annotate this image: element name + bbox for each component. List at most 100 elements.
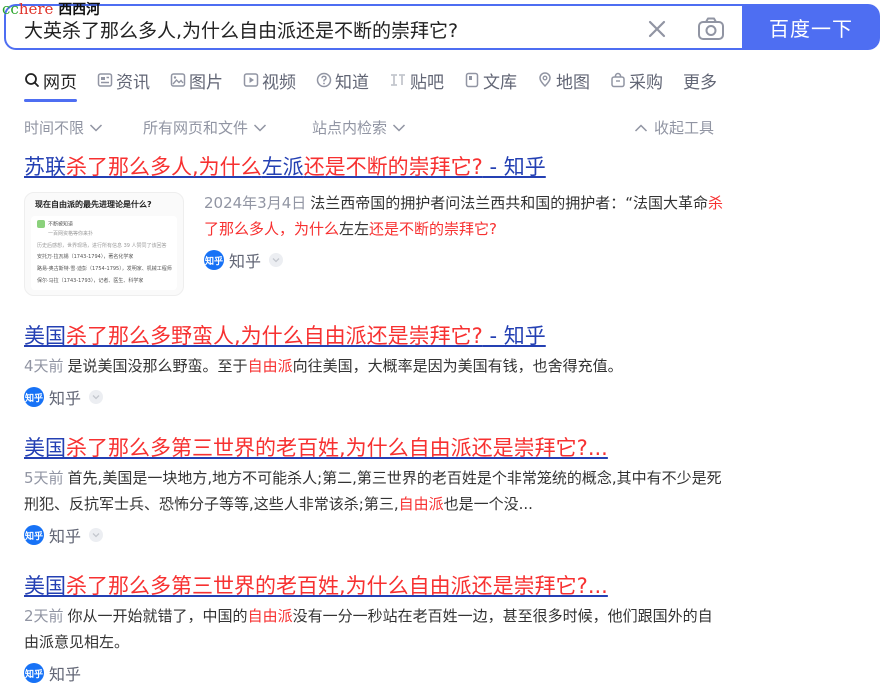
tab-images[interactable]: 图片 (170, 66, 223, 94)
snippet-text: 法兰西帝国的拥护者问法兰西共和国的拥护者：“法国大革命 (310, 194, 709, 212)
result-date: 2天前 (24, 607, 64, 625)
filetype-filter[interactable]: 所有网页和文件 (143, 117, 267, 138)
zhihu-logo-icon: 知乎 (24, 663, 44, 683)
source-name: 知乎 (49, 527, 82, 546)
doc-icon (465, 72, 479, 88)
chevron-down-icon (392, 123, 406, 132)
title-text: - 知乎 (482, 324, 546, 348)
tab-label: 视频 (262, 72, 296, 93)
title-highlight: 还是不断的崇拜它? (303, 155, 483, 179)
tab-label: 图片 (189, 72, 223, 93)
result-title-link[interactable]: 美国杀了那么多第三世界的老百姓,为什么自由派还是崇拜它?... (24, 571, 724, 601)
title-highlight: ,为什么 (192, 155, 262, 179)
source-more-icon[interactable] (89, 528, 104, 542)
search-button[interactable]: 百度一下 (742, 4, 880, 50)
result-source[interactable]: 知乎 知乎 (24, 385, 724, 409)
search-box (4, 4, 742, 50)
title-highlight: 杀了那么多人 (66, 155, 192, 179)
image-icon (170, 73, 186, 87)
tab-tieba[interactable]: 贴吧 (389, 66, 444, 94)
source-more-icon[interactable] (89, 390, 104, 404)
result-snippet: 4天前 是说美国没那么野蛮。至于自由派向往美国，大概率是因为美国有钱，也舍得充值。 (24, 353, 724, 379)
title-highlight: 杀了那么多第三世界的老百姓 (66, 574, 339, 598)
video-icon (243, 73, 259, 87)
tab-label: 网页 (43, 72, 77, 93)
tab-video[interactable]: 视频 (243, 66, 296, 94)
chevron-up-icon (634, 123, 648, 132)
result-date: 4天前 (24, 357, 64, 375)
snippet-text: 首先,美国是一块地方,地方不可能杀人;第二,第三世界的老百姓是个非常笼统的概念,… (24, 469, 722, 513)
tab-more[interactable]: 更多 (683, 66, 717, 94)
tab-label: 更多 (683, 72, 717, 93)
thumbnail-line: 安托万·拉瓦锡（1743-1794），著名化学家 (37, 253, 134, 260)
title-text: - 知乎 (482, 155, 546, 179)
zhihu-logo-icon: 知乎 (24, 387, 44, 407)
search-tools: 时间不限 所有网页和文件 站点内检索 收起工具 (24, 117, 880, 139)
time-filter[interactable]: 时间不限 (24, 117, 103, 138)
watermark-name: 西西河 (58, 2, 101, 18)
camera-icon[interactable] (696, 16, 726, 42)
result-content: 2024年3月4日 法兰西帝国的拥护者问法兰西共和国的拥护者：“法国大革命杀了那么… (204, 190, 724, 272)
result-date: 2024年3月4日 (204, 194, 307, 212)
result-snippet: 2天前 你从一开始就错了，中国的自由派没有一分一秒站在老百姓一边，甚至很多时候，他… (24, 603, 724, 655)
chevron-down-icon (89, 123, 103, 132)
snippet-highlight: 还是不断的崇拜它? (369, 220, 497, 238)
search-result: 美国杀了那么多第三世界的老百姓,为什么自由派还是崇拜它?... 2天前 你从一开始… (24, 571, 724, 685)
result-source[interactable]: 知乎 知乎 (24, 661, 724, 685)
title-text: 美国 (24, 574, 66, 598)
title-text: 左派 (261, 155, 304, 179)
zhihu-logo-icon: 知乎 (24, 525, 44, 545)
news-icon (97, 73, 113, 87)
result-title-link[interactable]: 美国杀了那么多野蛮人,为什么自由派还是崇拜它? - 知乎 (24, 321, 724, 351)
thumbnail-line: 路易-奥古斯特·雪·迪彭（1754-1795），发明家、机械工程师 (37, 265, 172, 272)
result-source[interactable]: 知乎 知乎 (24, 523, 724, 547)
leaf-icon (37, 220, 45, 228)
tab-news[interactable]: 资讯 (97, 66, 150, 94)
result-source[interactable]: 知乎 知乎 (204, 248, 724, 272)
watermark-cc: cc (2, 0, 19, 18)
tab-label: 文库 (483, 72, 517, 93)
source-name: 知乎 (229, 252, 262, 271)
result-date: 5天前 (24, 469, 64, 487)
search-result: 美国杀了那么多第三世界的老百姓,为什么自由派还是崇拜它?... 5天前 首先,美国… (24, 433, 724, 547)
snippet-text: 也是一个没... (443, 495, 533, 513)
result-snippet: 5天前 首先,美国是一块地方,地方不可能杀人;第二,第三世界的老百姓是个非常笼统的… (24, 465, 724, 517)
title-text: 美国 (24, 436, 66, 460)
tab-web[interactable]: 网页 (24, 66, 77, 102)
thumbnail-card: 不断被知道 一百网资格等你来扑 历史后感想，世界现场，进行所有信息 39 人赞同… (31, 216, 177, 290)
snippet-text: 是说美国没那么野蛮。至于 (67, 357, 248, 375)
title-text: 美国 (24, 324, 66, 348)
zhihu-logo-icon: 知乎 (204, 250, 224, 270)
title-highlight: 杀了那么多野蛮人 (66, 324, 234, 348)
result-title-link[interactable]: 美国杀了那么多第三世界的老百姓,为什么自由派还是崇拜它?... (24, 433, 724, 463)
search-input[interactable] (24, 15, 624, 43)
clear-icon[interactable] (643, 15, 671, 43)
tab-map[interactable]: 地图 (537, 66, 590, 94)
result-thumbnail[interactable]: 现在自由派的最先进理论是什么? 不断被知道 一百网资格等你来扑 历史后感想，世界… (24, 192, 184, 296)
tab-label: 贴吧 (410, 72, 444, 93)
result-title-link[interactable]: 苏联杀了那么多人,为什么左派还是不断的崇拜它? - 知乎 (24, 152, 724, 182)
source-more-icon[interactable] (269, 253, 284, 267)
map-pin-icon (539, 72, 551, 88)
tab-purchase[interactable]: 采购 (610, 66, 663, 94)
snippet-text: 左左 (339, 220, 370, 238)
site-filter-label: 站点内检索 (312, 119, 388, 137)
thumbnail-line: 不断被知道 (37, 220, 171, 230)
search-result: 美国杀了那么多野蛮人,为什么自由派还是崇拜它? - 知乎 4天前 是说美国没那么野… (24, 321, 724, 409)
tab-zhidao[interactable]: 知道 (316, 66, 369, 94)
title-highlight: ,为什么自由派还是崇拜它?... (339, 436, 608, 460)
search-tabs: 网页 资讯 图片 视频 知道 贴吧 文库 地图 采购 更多 (24, 66, 737, 102)
source-name: 知乎 (49, 389, 82, 408)
title-highlight: 杀了那么多第三世界的老百姓 (66, 436, 339, 460)
snippet-text: 你从一开始就错了，中国的 (67, 607, 248, 625)
snippet-highlight: 自由派 (247, 607, 293, 625)
thumbnail-title: 现在自由派的最先进理论是什么? (35, 200, 152, 209)
tab-wenku[interactable]: 文库 (464, 66, 517, 94)
title-highlight: ,为什么自由派还是崇拜它?... (339, 574, 608, 598)
site-filter[interactable]: 站点内检索 (312, 117, 406, 138)
collapse-tools-button[interactable]: 收起工具 (634, 117, 714, 138)
snippet-highlight: 自由派 (247, 357, 293, 375)
shopping-bag-icon (611, 72, 625, 88)
tab-label: 采购 (629, 72, 663, 93)
title-text: 苏联 (24, 155, 66, 179)
